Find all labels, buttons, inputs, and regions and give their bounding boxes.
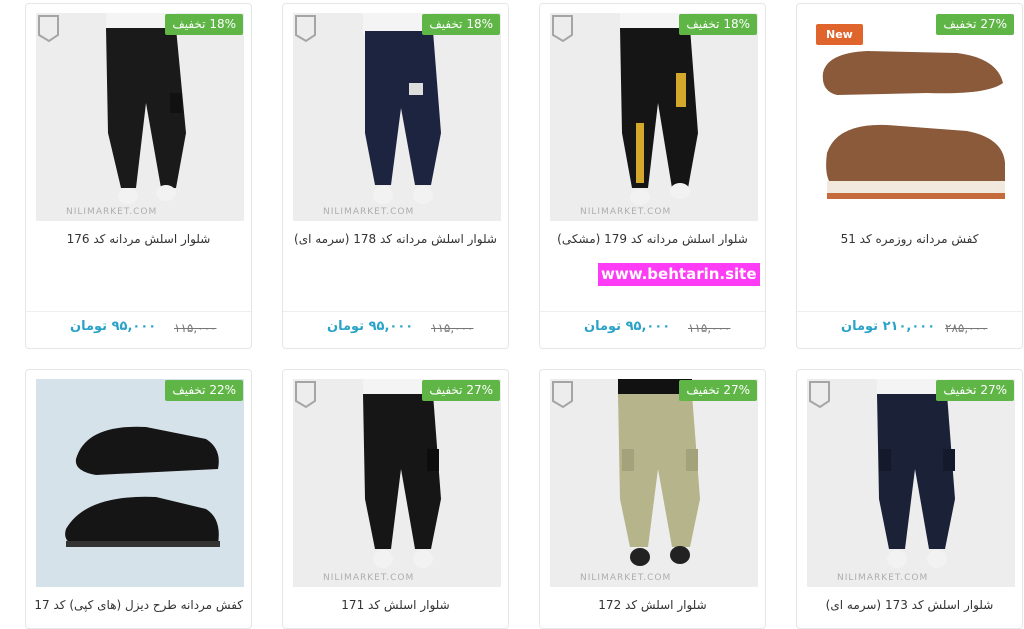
black-shoes-illustration bbox=[65, 426, 220, 547]
pants-black-juventus-illustration bbox=[620, 13, 698, 205]
price: ۹۵,۰۰۰ تومان bbox=[327, 319, 414, 334]
watermark-logo-icon bbox=[809, 381, 830, 409]
product-card[interactable]: NILIMARKET.COM 18% تخفیف شلوار اسلش مردا… bbox=[25, 3, 252, 349]
product-title[interactable]: شلوار اسلش کد 171 bbox=[291, 598, 500, 612]
watermark-text: NILIMARKET.COM bbox=[580, 573, 672, 583]
watermark-logo-icon bbox=[38, 15, 59, 43]
product-card[interactable]: NILIMARKET.COM 27% تخفیف شلوار اسلش کد 1… bbox=[796, 369, 1023, 629]
discount-badge: 22% تخفیف bbox=[165, 380, 243, 401]
watermark-text: NILIMARKET.COM bbox=[323, 207, 415, 217]
product-image[interactable]: NILIMARKET.COM bbox=[550, 379, 758, 587]
product-image[interactable]: NILIMARKET.COM bbox=[36, 13, 244, 221]
pants-black-cargo-illustration bbox=[363, 379, 441, 568]
ad-banner[interactable]: www.behtarin.site bbox=[598, 263, 760, 286]
old-price: ۱۱۵,۰۰۰ bbox=[688, 321, 731, 335]
divider bbox=[540, 311, 765, 312]
old-price: ۲۸۵,۰۰۰ bbox=[945, 321, 988, 335]
product-card[interactable]: 22% تخفیف کفش مردانه طرح دیزل (های کپی) … bbox=[25, 369, 252, 629]
price: ۹۵,۰۰۰ تومان bbox=[584, 319, 671, 334]
product-image[interactable]: NILIMARKET.COM bbox=[293, 13, 501, 221]
product-title[interactable]: کفش مردانه طرح دیزل (های کپی) کد 517 bbox=[34, 598, 243, 612]
pants-black-illustration bbox=[106, 13, 186, 204]
price: ۹۵,۰۰۰ تومان bbox=[70, 319, 157, 334]
product-image[interactable] bbox=[36, 379, 244, 587]
pants-khaki-cargo-illustration bbox=[618, 379, 700, 566]
discount-badge: 27% تخفیف bbox=[936, 380, 1014, 401]
price: ۲۱۰,۰۰۰ تومان bbox=[841, 319, 936, 334]
pants-navy-cargo-illustration bbox=[877, 379, 955, 568]
product-title[interactable]: شلوار اسلش مردانه کد 178 (سرمه ای) bbox=[291, 232, 500, 246]
watermark-text: NILIMARKET.COM bbox=[323, 573, 415, 583]
discount-badge: 18% تخفیف bbox=[165, 14, 243, 35]
discount-badge: 27% تخفیف bbox=[422, 380, 500, 401]
divider bbox=[26, 311, 251, 312]
discount-badge: 18% تخفیف bbox=[422, 14, 500, 35]
watermark-text: NILIMARKET.COM bbox=[837, 573, 929, 583]
product-card[interactable]: New 27% تخفیف کفش مردانه روزمره کد 51 ۲۱… bbox=[796, 3, 1023, 349]
product-card[interactable]: NILIMARKET.COM 27% تخفیف شلوار اسلش کد 1… bbox=[539, 369, 766, 629]
pants-navy-illustration bbox=[363, 13, 441, 204]
product-title[interactable]: شلوار اسلش کد 173 (سرمه ای) bbox=[805, 598, 1014, 612]
product-card[interactable]: NILIMARKET.COM 27% تخفیف شلوار اسلش کد 1… bbox=[282, 369, 509, 629]
watermark-text: NILIMARKET.COM bbox=[580, 207, 672, 217]
product-title[interactable]: شلوار اسلش مردانه کد 179 (مشکی) bbox=[548, 232, 757, 246]
product-title[interactable]: شلوار اسلش مردانه کد 176 bbox=[34, 232, 243, 246]
product-card[interactable]: NILIMARKET.COM 18% تخفیف شلوار اسلش مردا… bbox=[539, 3, 766, 349]
discount-badge: 27% تخفیف bbox=[936, 14, 1014, 35]
old-price: ۱۱۵,۰۰۰ bbox=[431, 321, 474, 335]
divider bbox=[797, 311, 1022, 312]
product-image[interactable]: NILIMARKET.COM bbox=[807, 379, 1015, 587]
watermark-logo-icon bbox=[295, 381, 316, 409]
discount-badge: 18% تخفیف bbox=[679, 14, 757, 35]
watermark-logo-icon bbox=[552, 15, 573, 43]
watermark-logo-icon bbox=[552, 381, 573, 409]
product-title[interactable]: شلوار اسلش کد 172 bbox=[548, 598, 757, 612]
product-image[interactable]: NILIMARKET.COM bbox=[293, 379, 501, 587]
divider bbox=[283, 311, 508, 312]
product-title[interactable]: کفش مردانه روزمره کد 51 bbox=[805, 232, 1014, 246]
product-image[interactable]: NILIMARKET.COM bbox=[550, 13, 758, 221]
discount-badge: 27% تخفیف bbox=[679, 380, 757, 401]
product-card[interactable]: NILIMARKET.COM 18% تخفیف شلوار اسلش مردا… bbox=[282, 3, 509, 349]
old-price: ۱۱۵,۰۰۰ bbox=[174, 321, 217, 335]
watermark-logo-icon bbox=[295, 15, 316, 43]
watermark-text: NILIMARKET.COM bbox=[66, 207, 158, 217]
new-badge: New bbox=[816, 24, 863, 45]
